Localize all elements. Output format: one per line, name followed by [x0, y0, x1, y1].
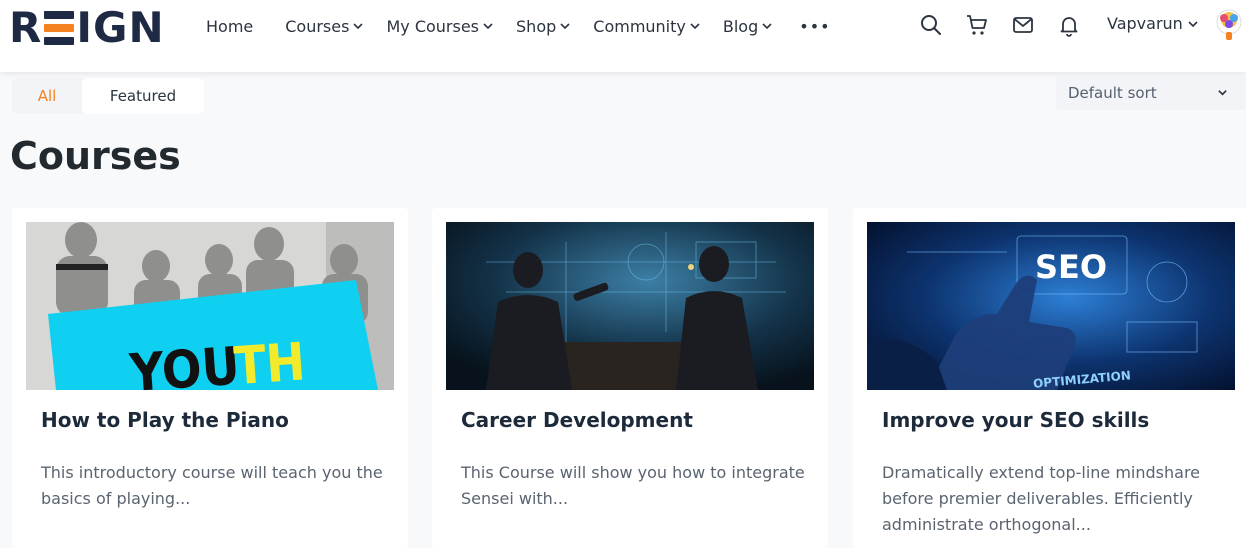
- course-description: Dramatically extend top-line mindshare b…: [882, 463, 1201, 534]
- page-title: Courses: [10, 134, 181, 178]
- site-header: R IGN Home Courses My Courses Shop Commu…: [0, 0, 1246, 72]
- user-menu[interactable]: Vapvarun: [1107, 14, 1199, 33]
- course-description: This Course will show you how to integra…: [461, 463, 805, 508]
- nav-item-label: Home: [206, 16, 254, 36]
- sort-select[interactable]: Default sort: [1056, 76, 1246, 110]
- search-icon[interactable]: [918, 12, 944, 38]
- course-thumbnail-seo[interactable]: SEO OPTIMIZATION: [867, 222, 1235, 390]
- course-card: SEO OPTIMIZATION Improve your SEO skills…: [853, 208, 1246, 548]
- course-title[interactable]: Improve your SEO skills: [882, 408, 1149, 432]
- nav-item-label: Shop: [516, 16, 557, 36]
- chevron-down-icon: [1218, 90, 1227, 96]
- nav-item-community[interactable]: Community: [593, 17, 701, 36]
- nav-item-label: Community: [593, 16, 686, 36]
- nav-item-my-courses[interactable]: My Courses: [386, 17, 494, 36]
- course-title[interactable]: Career Development: [461, 408, 693, 432]
- course-thumbnail-youth[interactable]: YOU TH: [26, 222, 394, 390]
- course-card: YOU TH How to Play the Piano This introd…: [12, 208, 408, 548]
- nav-item-shop[interactable]: Shop: [516, 17, 571, 36]
- bell-icon[interactable]: [1056, 12, 1082, 38]
- nav-item-blog[interactable]: Blog: [723, 17, 773, 36]
- logo-e-mark: [44, 10, 75, 46]
- youth-you-text: YOU: [127, 337, 242, 390]
- nav-item-courses[interactable]: Courses: [285, 17, 364, 36]
- nav-item-label: My Courses: [386, 16, 480, 36]
- nav-item-label: Courses: [285, 16, 350, 36]
- nav-item-label: Blog: [722, 16, 759, 36]
- tab-featured[interactable]: Featured: [82, 78, 204, 114]
- tab-all[interactable]: All: [12, 78, 82, 114]
- chevron-down-icon: [560, 23, 570, 30]
- mail-icon[interactable]: [1010, 12, 1036, 38]
- main-nav: Home Courses My Courses Shop Community B…: [206, 0, 831, 52]
- more-menu-button[interactable]: •••: [799, 17, 830, 36]
- course-title[interactable]: How to Play the Piano: [41, 408, 289, 432]
- logo-letters-ign: IGN: [76, 3, 165, 52]
- user-name: Vapvarun: [1107, 14, 1183, 33]
- course-filter-tabs: All Featured: [12, 78, 204, 114]
- sort-selected-value: Default sort: [1068, 84, 1157, 102]
- seo-text: SEO: [1035, 248, 1107, 286]
- course-description: This introductory course will teach you …: [41, 463, 383, 508]
- chevron-down-icon: [483, 23, 493, 30]
- chevron-down-icon: [353, 23, 364, 30]
- header-actions: [918, 12, 1102, 38]
- nav-item-home[interactable]: Home: [206, 17, 253, 36]
- chevron-down-icon: [762, 23, 772, 30]
- chevron-down-icon: [690, 23, 700, 30]
- logo-letter-r: R: [9, 3, 43, 52]
- course-thumbnail-career[interactable]: [446, 222, 814, 390]
- youth-th-text: TH: [232, 332, 307, 390]
- reign-logo[interactable]: R IGN: [9, 3, 165, 52]
- course-card: Career Development This Course will show…: [432, 208, 828, 548]
- cart-icon[interactable]: [964, 12, 990, 38]
- chevron-down-icon: [1188, 20, 1198, 27]
- avatar[interactable]: [1214, 8, 1244, 46]
